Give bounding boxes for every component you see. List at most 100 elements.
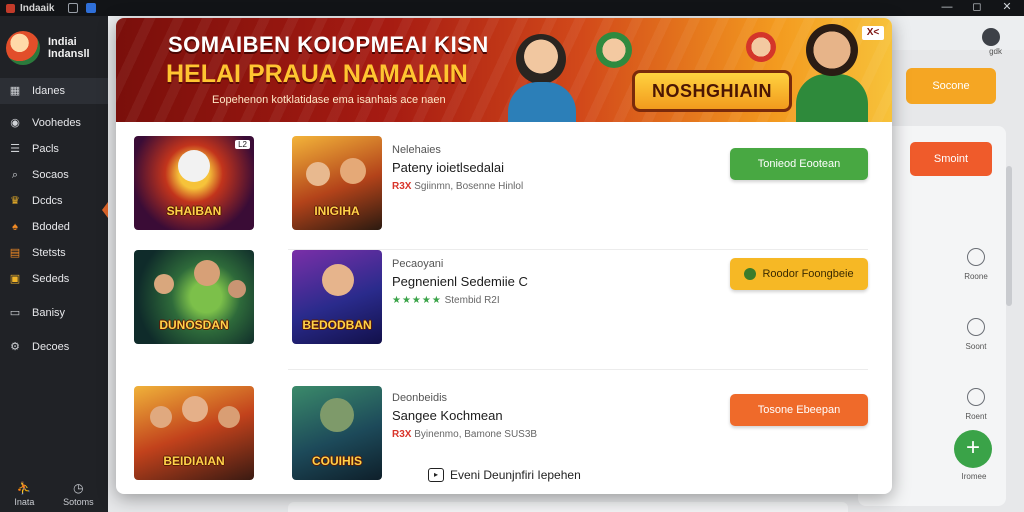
maximize-button[interactable]: ◻ [970, 1, 984, 14]
game-logo-badge: NOSHGHIAIN [632, 70, 792, 112]
sidebar-item-label: Socaos [32, 169, 69, 181]
check-icon [967, 388, 985, 406]
game-category: Pecaoyani [392, 258, 444, 270]
character-figure [322, 264, 354, 296]
game-meta: R3X Sgiinmn, Bosenne Hinlol [392, 181, 523, 192]
sidebar-item-idanes[interactable]: ▦ Idanes [0, 78, 108, 104]
game-list: L2 SHAIBAN INIGIHA Nelehaies Pateny ioie… [116, 122, 892, 494]
footer-link-label: Eveni Deunjnfiri Iepehen [450, 468, 581, 482]
menu-icon[interactable] [68, 3, 79, 13]
title-bar: Indaaik — ◻ ✕ [0, 0, 1024, 16]
game-thumbnail[interactable]: L2 SHAIBAN [134, 136, 254, 230]
side-action-label: Roent [965, 412, 987, 421]
sidebar-item-voohedes[interactable]: ◉ Voohedes [0, 110, 108, 136]
rating-stars: ★★★★★ [392, 295, 442, 306]
character-figure [320, 398, 354, 432]
brand-name-line-1: Indiai [48, 36, 77, 48]
list-item[interactable]: L2 SHAIBAN INIGIHA Nelehaies Pateny ioie… [116, 130, 892, 250]
background-side-actions: Roone Soont Roent [956, 248, 996, 458]
sidebar-item-decoes[interactable]: ⚙ Decoes [0, 334, 108, 360]
character-figure [194, 260, 220, 286]
divider [288, 369, 868, 370]
sidebar-item-socaos[interactable]: ⌕ Socaos [0, 162, 108, 188]
action-button[interactable]: Tonieod Eootean [730, 148, 868, 180]
close-window-button[interactable]: ✕ [1000, 1, 1014, 14]
character-figure [340, 158, 366, 184]
thumbnail-title: BEDODBAN [302, 318, 372, 332]
character-figure [306, 162, 330, 186]
side-action-soont[interactable]: Soont [956, 318, 996, 388]
mascot-figure [178, 150, 210, 182]
sidebar-item-banisy[interactable]: ▭ Banisy [0, 300, 108, 326]
coin-icon [744, 268, 757, 280]
side-action-label: Soont [965, 342, 987, 351]
game-category: Deonbeidis [392, 392, 448, 404]
background-top-button[interactable]: Socone [906, 68, 996, 104]
scrollbar[interactable] [1006, 166, 1012, 306]
character-head [746, 32, 776, 62]
window-icon[interactable] [86, 3, 97, 13]
grid-icon: ▦ [9, 85, 21, 97]
plus-icon: + [965, 434, 980, 461]
game-info: Pecaoyani Pegnenienl Sedemiie C ★★★★★ St… [392, 258, 528, 306]
game-name[interactable]: Pateny ioietlsedalai [392, 160, 523, 175]
sidebar-item-label: Bdoded [32, 221, 70, 233]
sidebar-item-label: Stetsts [32, 247, 66, 259]
sidebar-item-label: Pacls [32, 143, 59, 155]
background-second-button[interactable]: Smoint [910, 142, 992, 176]
sidebar-bottom-item-inata[interactable]: ⛹ Inata [14, 481, 34, 507]
clock-icon: ◷ [73, 481, 84, 495]
banner-subtitle: HELAI PRAUA NAMAIAIN [166, 60, 468, 88]
app-icon [6, 3, 15, 13]
sidebar-item-label: Banisy [32, 307, 66, 319]
sidebar-item-sededs[interactable]: ▣ Sededs [0, 266, 108, 292]
promo-banner: SOMAIBEN KOIOPMEAI KISN HELAI PRAUA NAMA… [116, 18, 892, 122]
footer-link[interactable]: ▸ Eveni Deunjnfiri Iepehen [428, 468, 581, 482]
sidebar-item-label: Sededs [32, 273, 70, 285]
side-action-roone[interactable]: Roone [956, 248, 996, 318]
game-name[interactable]: Pegnenienl Sedemiie C [392, 274, 528, 289]
thumbnail-tag: L2 [235, 140, 250, 149]
sidebar-item-dcdcs[interactable]: ♛ Dcdcs [0, 188, 108, 214]
character-figure [154, 274, 174, 294]
game-thumbnail[interactable]: INIGIHA [292, 136, 382, 230]
game-meta-text: Sgiinmn, Bosenne Hinlol [414, 181, 524, 192]
circle-icon: ◉ [10, 117, 20, 129]
game-info: Nelehaies Pateny ioietlsedalai R3X Sgiin… [392, 144, 523, 192]
sidebar-item-bdoded[interactable]: ♠ Bdoded [0, 214, 108, 240]
game-meta: ★★★★★ Stembid R2I [392, 295, 528, 306]
game-thumbnail[interactable]: DUNOSDAN [134, 250, 254, 344]
action-button[interactable]: Tosone Ebeepan [730, 394, 868, 426]
action-button[interactable]: Roodor Foongbeie [730, 258, 868, 290]
title-bar-icons [68, 3, 97, 13]
card-icon: ▭ [9, 307, 21, 319]
hot-badge: R3X [392, 429, 412, 440]
sidebar-item-pacls[interactable]: ☰ Pacls [0, 136, 108, 162]
character-figure [228, 280, 246, 298]
banner-title: SOMAIBEN KOIOPMEAI KISN [168, 32, 489, 57]
avatar-label: gdk [989, 47, 1002, 56]
brand[interactable]: Indiai Indansll [0, 16, 108, 72]
add-button[interactable]: + [954, 430, 992, 468]
settings-icon: ⚙ [10, 341, 20, 353]
game-info: Deonbeidis Sangee Kochmean R3X Byinenmo,… [392, 392, 537, 440]
game-thumbnail[interactable]: COUIHIS [292, 386, 382, 480]
list-item[interactable]: DUNOSDAN BEDODBAN Pecaoyani Pegnenienl S… [116, 250, 892, 370]
sidebar-bottom-item-sotoms[interactable]: ◷ Sotoms [63, 481, 94, 507]
brand-name: Indiai Indansll [48, 36, 90, 60]
game-thumbnail[interactable]: BEIDIAIAN [134, 386, 254, 480]
sidebar-item-stetsts[interactable]: ▤ Stetsts [0, 240, 108, 266]
character-figure [150, 406, 172, 428]
close-button[interactable]: X< [862, 26, 884, 40]
character-head [516, 34, 566, 84]
window-controls: — ◻ ✕ [940, 1, 1014, 14]
character-figure [218, 406, 240, 428]
background-bottom-card [288, 502, 848, 512]
game-thumbnail[interactable]: BEDODBAN [292, 250, 382, 344]
sidebar-item-label: Dcdcs [32, 195, 63, 207]
minimize-button[interactable]: — [940, 1, 954, 14]
game-name[interactable]: Sangee Kochmean [392, 408, 537, 423]
character-head [596, 32, 632, 68]
avatar[interactable] [982, 28, 1000, 46]
bell-icon: ♠ [12, 221, 18, 233]
